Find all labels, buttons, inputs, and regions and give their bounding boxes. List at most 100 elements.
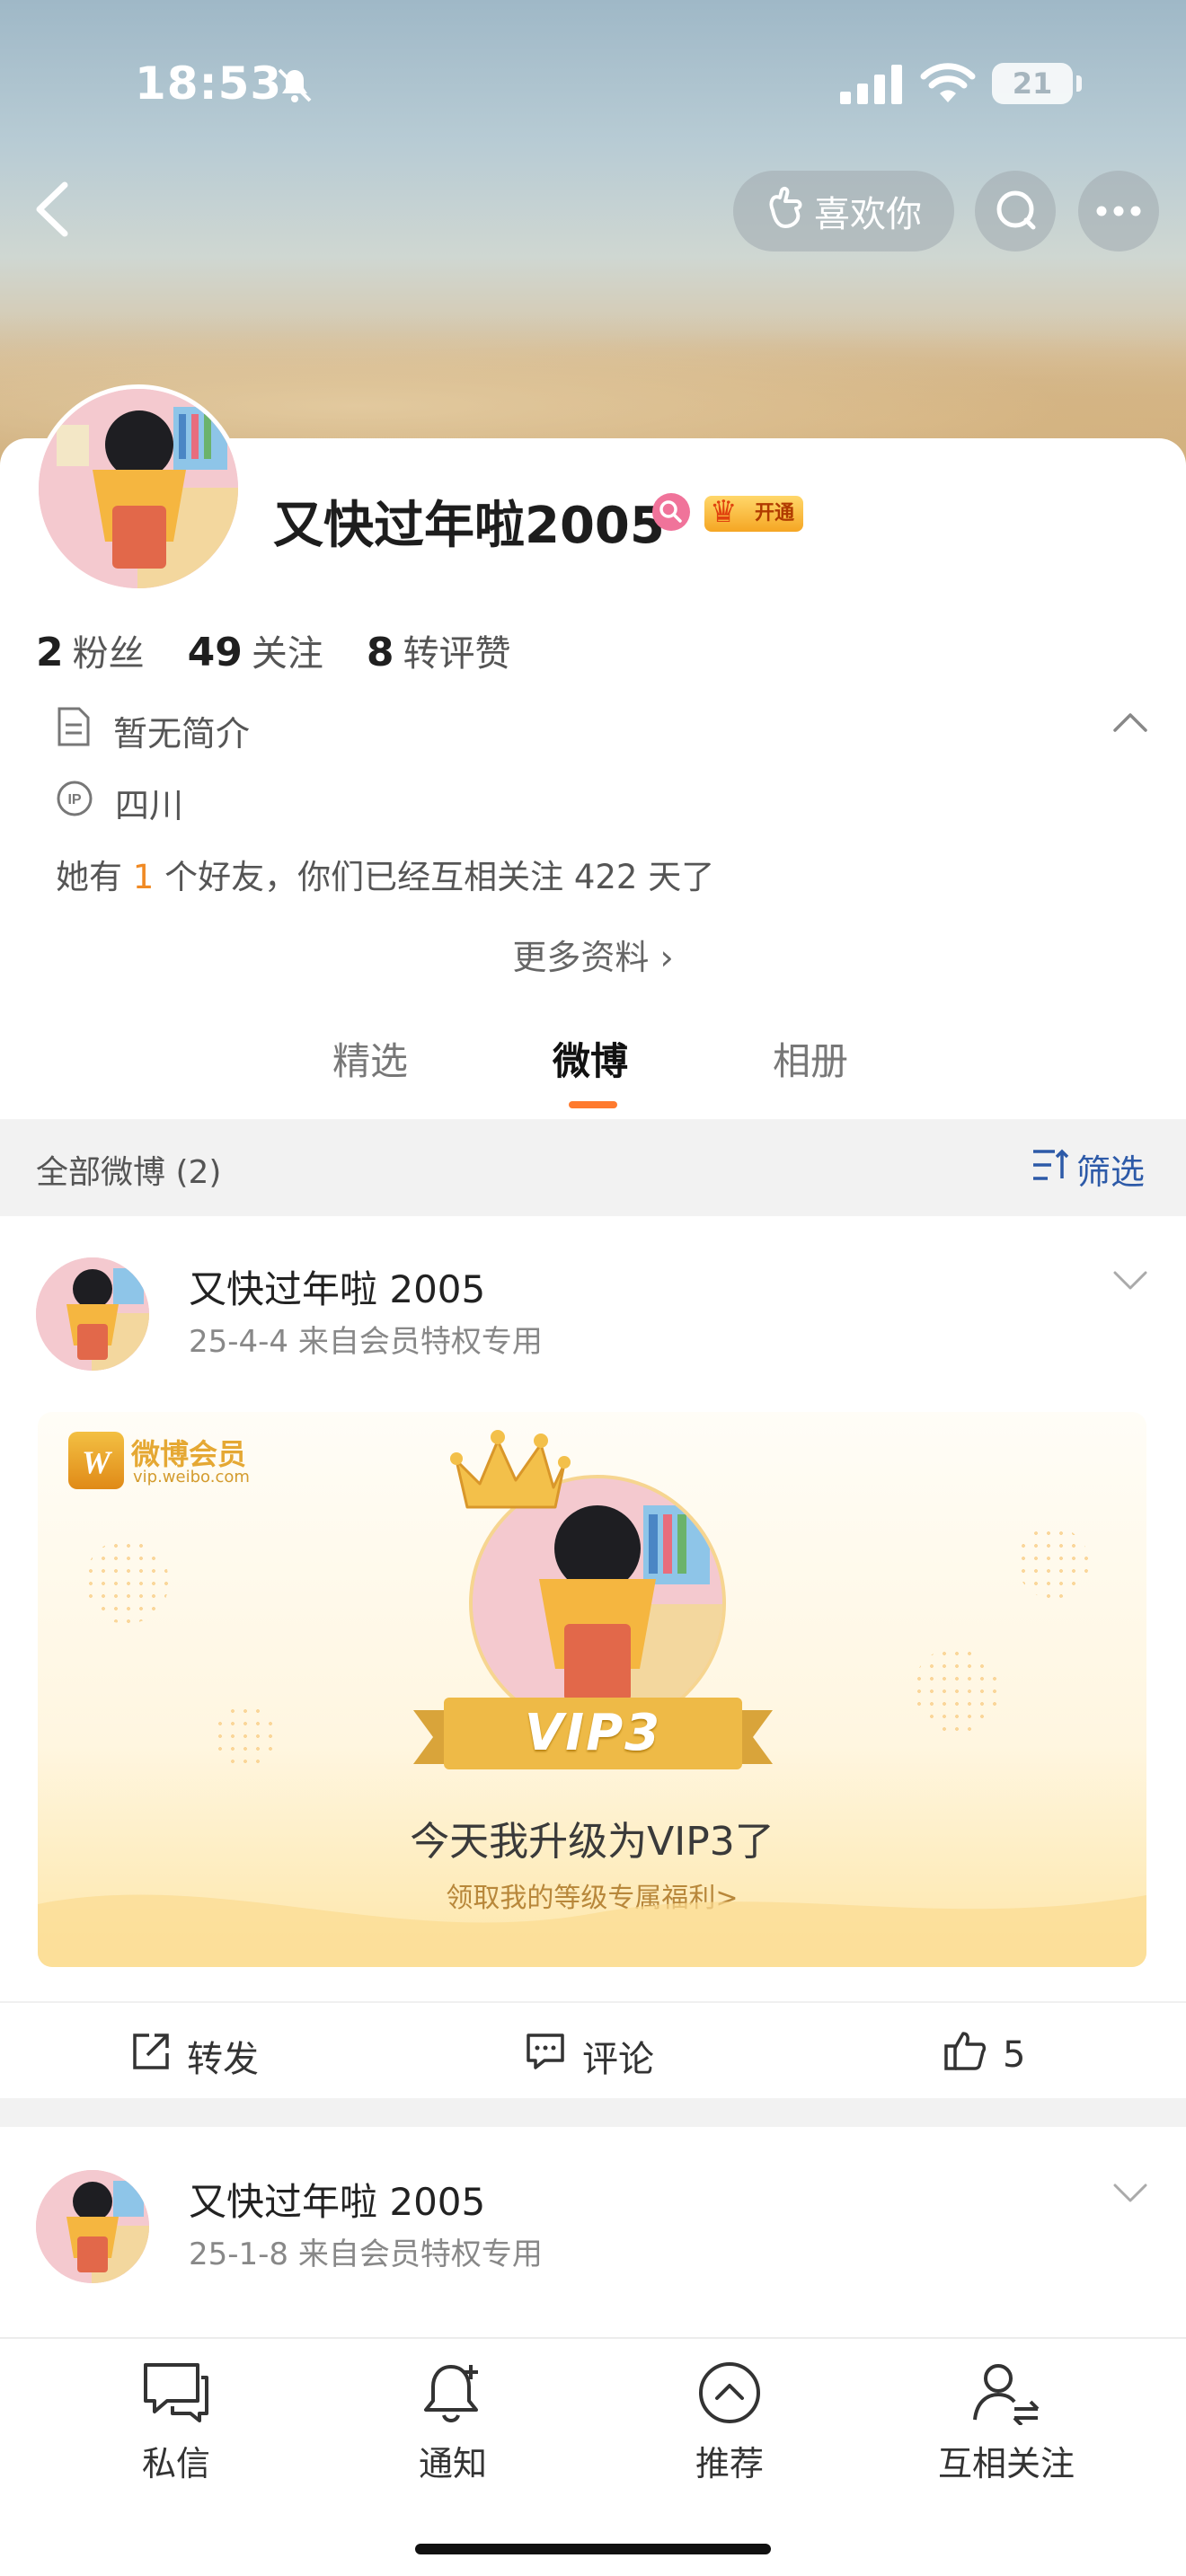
- friends-suffix: 个好友，你们已经互相关注 422 天了: [164, 858, 715, 896]
- more-button[interactable]: [1078, 171, 1159, 251]
- collapse-chevron-icon[interactable]: [1112, 711, 1148, 737]
- tab-weibo[interactable]: 微博: [553, 1031, 628, 1086]
- bottom-item-label: 推荐: [695, 2444, 764, 2483]
- post-actions: 转发 评论 5: [0, 2001, 1186, 2098]
- post-divider: [0, 2098, 1186, 2127]
- repost-label: 转发: [187, 2039, 259, 2080]
- friends-count[interactable]: 1: [133, 858, 155, 896]
- stat-following-value: 49: [187, 630, 243, 675]
- bell-icon: [363, 2357, 543, 2429]
- location-text: 四川: [115, 786, 184, 825]
- comment-button[interactable]: 评论: [525, 2030, 654, 2082]
- battery-level: 21: [1012, 66, 1053, 101]
- profile-stats: 2 粉丝 49 关注 8 转评赞: [36, 624, 510, 676]
- location-row: IP 四川: [56, 778, 183, 827]
- comment-label: 评论: [582, 2039, 654, 2080]
- vip-brand-url: vip.weibo.com: [133, 1468, 250, 1486]
- post-options-chevron-icon[interactable]: [1112, 2183, 1148, 2208]
- bio-text: 暂无简介: [113, 714, 251, 754]
- bottom-item-messages[interactable]: 私信: [86, 2357, 266, 2485]
- bottom-item-label: 互相关注: [937, 2444, 1075, 2483]
- decor-dots: [913, 1647, 999, 1734]
- filter-bar: 全部微博 (2) 筛选: [0, 1119, 1186, 1216]
- vip-upgrade-card[interactable]: W 微博会员 vip.weibo.com VIP3 今天我升级为VIP3了 领取…: [38, 1412, 1146, 1967]
- more-dots-icon: [1096, 203, 1141, 220]
- bottom-item-notifications[interactable]: 通知: [363, 2357, 543, 2485]
- weibo-vip-logo-icon: W: [68, 1432, 124, 1489]
- profile-tabs: 精选 微博 相册: [0, 1031, 1186, 1103]
- bottom-item-label: 私信: [141, 2444, 210, 2483]
- profile-avatar[interactable]: [34, 384, 243, 593]
- vip-open-badge[interactable]: 开通: [704, 494, 803, 532]
- vip-level-text: VIP3: [524, 1704, 662, 1762]
- home-indicator: [415, 2544, 771, 2554]
- mutual-friends-text: 她有 1 个好友，你们已经互相关注 422 天了: [56, 850, 714, 898]
- document-icon: [56, 707, 92, 754]
- post-author-avatar[interactable]: [36, 1257, 149, 1371]
- post-options-chevron-icon[interactable]: [1112, 1270, 1148, 1295]
- bio-row: 暂无简介: [56, 706, 250, 755]
- post-meta: 25-4-4 来自会员特权专用: [189, 1324, 543, 1360]
- like-you-label: 喜欢你: [814, 194, 922, 235]
- crown-icon: [447, 1425, 573, 1518]
- search-icon: [994, 188, 1037, 234]
- post-card: 又快过年啦 2005 25-1-8 来自会员特权专用: [0, 2127, 1186, 2337]
- post-author-name[interactable]: 又快过年啦 2005: [189, 2172, 485, 2227]
- friends-prefix: 她有: [56, 858, 122, 896]
- status-time: 18:53: [135, 57, 283, 110]
- battery-indicator: 21: [992, 63, 1073, 104]
- signal-icon: [840, 65, 903, 108]
- vip-level-ribbon: VIP3: [413, 1692, 773, 1775]
- svg-text:IP: IP: [67, 792, 81, 807]
- filter-icon: [1031, 1148, 1069, 1190]
- stat-following-label: 关注: [251, 633, 323, 675]
- like-button[interactable]: 5: [943, 2030, 1025, 2080]
- bottom-action-bar: 私信 通知 推荐 互相关注: [0, 2337, 1186, 2576]
- repost-button[interactable]: 转发: [131, 2030, 259, 2082]
- active-tab-indicator: [569, 1101, 617, 1108]
- stat-interactions-value: 8: [366, 630, 394, 675]
- post-author-name[interactable]: 又快过年啦 2005: [189, 1259, 485, 1314]
- filter-label: 筛选: [1076, 1152, 1146, 1192]
- post-author-avatar[interactable]: [36, 2170, 149, 2283]
- mute-icon: [274, 65, 315, 110]
- search-button[interactable]: [975, 171, 1056, 251]
- decor-wave: [38, 1894, 1146, 1967]
- tab-featured[interactable]: 精选: [332, 1031, 408, 1086]
- more-info-link[interactable]: 更多资料 ›: [0, 930, 1186, 979]
- wifi-icon: [920, 63, 976, 108]
- bottom-item-label: 通知: [418, 2444, 487, 2483]
- status-bar: 18:53 21: [0, 54, 1186, 117]
- like-count: 5: [1003, 2034, 1026, 2076]
- bottom-item-mutual-follow[interactable]: 互相关注: [916, 2357, 1096, 2485]
- thumbs-up-icon: [943, 2030, 987, 2080]
- chat-icon: [86, 2357, 266, 2429]
- comment-icon: [525, 2032, 566, 2080]
- back-button[interactable]: [27, 178, 81, 241]
- filter-button[interactable]: 筛选: [1031, 1144, 1145, 1194]
- bottom-item-recommend[interactable]: 推荐: [640, 2357, 819, 2485]
- stat-following[interactable]: 49 关注: [188, 624, 323, 676]
- stat-followers-value: 2: [36, 630, 64, 675]
- all-posts-label: 全部微博 (2): [36, 1154, 222, 1191]
- up-circle-icon: [640, 2357, 819, 2429]
- stat-interactions[interactable]: 8 转评赞: [367, 624, 511, 676]
- decor-dots: [84, 1539, 169, 1624]
- repost-icon: [131, 2032, 171, 2080]
- profile-name: 又快过年啦2005: [273, 497, 665, 555]
- tab-album[interactable]: 相册: [773, 1031, 848, 1086]
- vip-headline: 今天我升级为VIP3了: [410, 1819, 774, 1865]
- stat-followers[interactable]: 2 粉丝: [36, 624, 145, 676]
- stat-interactions-label: 转评赞: [403, 633, 511, 675]
- like-you-button[interactable]: 喜欢你: [733, 171, 954, 251]
- mutual-follow-icon: [916, 2357, 1096, 2429]
- decor-dots: [1017, 1527, 1089, 1599]
- stat-followers-label: 粉丝: [72, 633, 145, 675]
- post-meta: 25-1-8 来自会员特权专用: [189, 2236, 543, 2272]
- ip-location-icon: IP: [56, 780, 93, 825]
- battery-cap: [1076, 75, 1082, 92]
- decor-dots: [214, 1705, 279, 1769]
- verified-badge-icon[interactable]: [652, 493, 690, 531]
- svg-text:W: W: [82, 1444, 113, 1480]
- hand-heart-icon: [766, 185, 805, 237]
